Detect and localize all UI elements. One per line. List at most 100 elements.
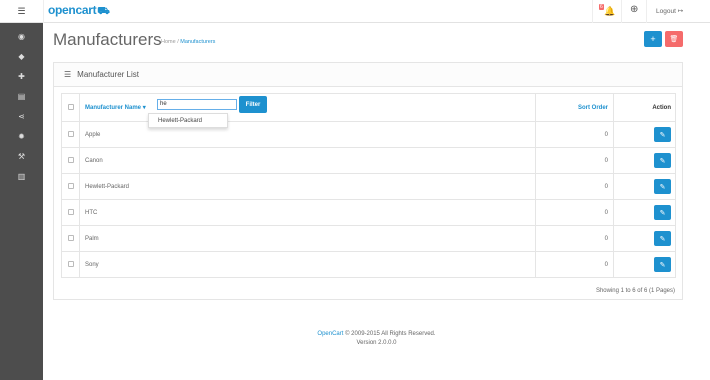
header-divider — [43, 0, 44, 23]
manufacturer-filter-input[interactable]: he — [157, 99, 237, 110]
breadcrumb-current[interactable]: Manufacturers — [180, 39, 215, 45]
sidebar-item-chart[interactable]: ▥ — [0, 166, 43, 186]
sidebar-item-puzzle[interactable]: ✚ — [0, 66, 43, 86]
sort-order-cell: 0 — [535, 251, 614, 278]
breadcrumb-separator: / — [177, 39, 179, 45]
header-divider — [646, 0, 647, 23]
manufacturer-name-cell: HTC — [79, 199, 536, 226]
row-select-cell — [61, 121, 80, 148]
logout-label: Logout — [656, 8, 676, 15]
footer: OpenCart © 2009-2015 All Rights Reserved… — [43, 330, 710, 348]
plus-icon: + — [650, 34, 656, 44]
sidebar-item-wrench[interactable]: ⚒ — [0, 146, 43, 166]
action-cell: ✎ — [613, 251, 676, 278]
table-row: Canon 0 ✎ — [61, 147, 676, 174]
pencil-icon: ✎ — [659, 183, 666, 191]
dashboard-icon: ◉ — [18, 31, 25, 41]
gear-icon: ✹ — [18, 131, 25, 141]
breadcrumb-home[interactable]: Home — [161, 39, 176, 45]
breadcrumb: Home / Manufacturers — [161, 39, 215, 45]
row-select-cell — [61, 173, 80, 200]
row-select-cell — [61, 225, 80, 252]
logo-cart-icon: ⛟ — [97, 6, 110, 17]
globe-icon[interactable]: ⊕ — [630, 4, 638, 15]
pencil-icon: ✎ — [659, 131, 666, 139]
cart-icon: ▤ — [17, 91, 26, 101]
sidebar-item-gear[interactable]: ✹ — [0, 126, 43, 146]
sidebar-item-share[interactable]: ⋖ — [0, 106, 43, 126]
filter-button[interactable]: Filter — [239, 96, 267, 113]
bell-icon: 🔔 — [604, 6, 616, 16]
action-cell: ✎ — [613, 225, 676, 252]
tags-icon: ◆ — [18, 51, 25, 61]
column-header-action: Action — [613, 93, 676, 122]
column-header-sort[interactable]: Sort Order — [535, 93, 614, 122]
notifications-bell[interactable]: 6 🔔 — [598, 4, 616, 19]
select-all-checkbox[interactable] — [67, 103, 74, 110]
chart-icon: ▥ — [17, 171, 26, 181]
top-header: ☰ opencart⛟ 6 🔔 ⊕ Logout ↦ — [0, 0, 710, 23]
action-cell: ✎ — [613, 199, 676, 226]
action-cell: ✎ — [613, 173, 676, 200]
edit-button[interactable]: ✎ — [654, 231, 671, 246]
menu-toggle-icon[interactable]: ☰ — [0, 0, 43, 23]
row-select-cell — [61, 251, 80, 278]
pencil-icon: ✎ — [659, 235, 666, 243]
header-divider — [592, 0, 593, 23]
logout-link[interactable]: Logout ↦ — [656, 7, 683, 15]
autocomplete-suggestion[interactable]: Hewlett-Packard — [148, 113, 228, 128]
edit-button[interactable]: ✎ — [654, 205, 671, 220]
row-checkbox[interactable] — [67, 208, 74, 215]
header-divider — [621, 0, 622, 23]
version-text: Version 2.0.0.0 — [356, 340, 397, 346]
panel-heading: ☰ Manufacturer List — [54, 63, 682, 87]
edit-button[interactable]: ✎ — [654, 153, 671, 168]
row-checkbox[interactable] — [67, 156, 74, 163]
edit-button[interactable]: ✎ — [654, 127, 671, 142]
pencil-icon: ✎ — [659, 209, 666, 217]
pencil-icon: ✎ — [659, 157, 666, 165]
sort-order-cell: 0 — [535, 121, 614, 148]
select-all-cell — [61, 93, 80, 122]
sidebar: ◉ ◆ ✚ ▤ ⋖ ✹ ⚒ ▥ — [0, 23, 43, 380]
add-button[interactable]: + — [644, 31, 662, 47]
pagination-results: Showing 1 to 6 of 6 (1 Pages) — [595, 288, 675, 294]
manufacturer-name-cell: Sony — [79, 251, 536, 278]
table-row: Sony 0 ✎ — [61, 251, 676, 278]
sort-order-cell: 0 — [535, 173, 614, 200]
logo-text: opencart — [48, 3, 97, 17]
sidebar-item-tags[interactable]: ◆ — [0, 46, 43, 66]
row-checkbox[interactable] — [67, 130, 74, 137]
copyright-text: © 2009-2015 All Rights Reserved. — [345, 331, 436, 337]
sort-caret-icon: ▾ — [142, 105, 146, 111]
edit-button[interactable]: ✎ — [654, 179, 671, 194]
page-title: Manufacturers — [53, 30, 162, 49]
column-name-label: Manufacturer Name — [85, 105, 142, 111]
manufacturer-name-cell: Palm — [79, 225, 536, 252]
pencil-icon: ✎ — [659, 261, 666, 269]
table-row: Hewlett-Packard 0 ✎ — [61, 173, 676, 200]
sort-order-cell: 0 — [535, 199, 614, 226]
opencart-link[interactable]: OpenCart — [317, 331, 343, 337]
manufacturer-list-panel: ☰ Manufacturer List Manufacturer Name ▾ … — [53, 62, 683, 300]
row-select-cell — [61, 147, 80, 174]
sidebar-item-dashboard[interactable]: ◉ — [0, 26, 43, 46]
edit-button[interactable]: ✎ — [654, 257, 671, 272]
sort-order-cell: 0 — [535, 147, 614, 174]
puzzle-icon: ✚ — [18, 71, 25, 81]
table-row: HTC 0 ✎ — [61, 199, 676, 226]
opencart-logo[interactable]: opencart⛟ — [48, 3, 110, 19]
delete-button[interactable]: 🗑 — [665, 31, 683, 47]
row-select-cell — [61, 199, 80, 226]
table-row: Palm 0 ✎ — [61, 225, 676, 252]
sidebar-item-cart[interactable]: ▤ — [0, 86, 43, 106]
list-icon: ☰ — [64, 70, 72, 79]
row-checkbox[interactable] — [67, 182, 74, 189]
footer-copyright-line: OpenCart © 2009-2015 All Rights Reserved… — [43, 330, 710, 339]
action-cell: ✎ — [613, 121, 676, 148]
sort-order-cell: 0 — [535, 225, 614, 252]
row-checkbox[interactable] — [67, 260, 74, 267]
row-checkbox[interactable] — [67, 234, 74, 241]
wrench-icon: ⚒ — [17, 151, 26, 161]
manufacturer-name-cell: Canon — [79, 147, 536, 174]
